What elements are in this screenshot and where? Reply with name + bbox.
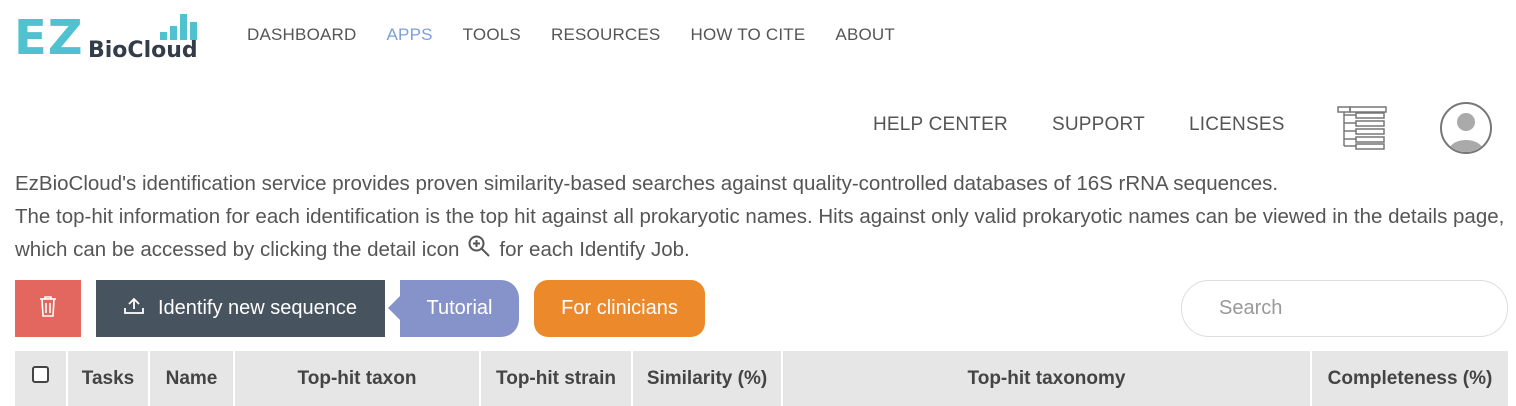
tree-list-icon[interactable] (1336, 106, 1388, 150)
upload-icon (124, 297, 144, 321)
intro-line-2-after: for each Identify Job. (499, 238, 690, 261)
main-nav: DASHBOARD APPS TOOLS RESOURCES HOW TO CI… (247, 25, 895, 45)
nav-item-dashboard[interactable]: DASHBOARD (247, 25, 357, 45)
nav-support[interactable]: SUPPORT (1052, 114, 1145, 136)
intro-line-2-before: The top-hit information for each identif… (15, 205, 1505, 261)
zoom-in-icon (467, 234, 491, 258)
column-header-name[interactable]: Name (150, 351, 235, 406)
trash-icon (39, 295, 57, 323)
nav-item-tools[interactable]: TOOLS (463, 25, 521, 45)
column-header-top-hit-taxon[interactable]: Top-hit taxon (235, 351, 481, 406)
select-all-cell (15, 351, 68, 406)
user-avatar-icon[interactable] (1440, 102, 1492, 154)
column-header-similarity[interactable]: Similarity (%) (633, 351, 783, 406)
column-header-top-hit-taxonomy[interactable]: Top-hit taxonomy (783, 351, 1312, 406)
identify-new-sequence-button[interactable]: Identify new sequence (96, 280, 385, 337)
nav-item-how-to-cite[interactable]: HOW TO CITE (690, 25, 805, 45)
column-header-tasks[interactable]: Tasks (68, 351, 150, 406)
nav-licenses[interactable]: LICENSES (1189, 114, 1285, 136)
tutorial-button[interactable]: Tutorial (388, 280, 519, 337)
identify-button-label: Identify new sequence (157, 297, 358, 319)
ezbiocloud-logo[interactable]: EZ BioCloud (14, 10, 204, 66)
select-all-checkbox[interactable] (32, 366, 49, 383)
for-clinicians-button[interactable]: For clinicians (534, 280, 705, 337)
clinicians-button-label: For clinicians (561, 297, 678, 319)
nav-item-about[interactable]: ABOUT (835, 25, 895, 45)
column-header-top-hit-strain[interactable]: Top-hit strain (481, 351, 633, 406)
logo-biocloud-text: BioCloud (88, 38, 198, 63)
nav-help-center[interactable]: HELP CENTER (873, 114, 1008, 136)
search-input[interactable] (1181, 280, 1508, 337)
table-header: Tasks Name Top-hit taxon Top-hit strain … (15, 351, 1508, 406)
intro-line-1: EzBioCloud's identification service prov… (15, 172, 1279, 195)
nav-item-apps[interactable]: APPS (387, 25, 433, 45)
column-header-completeness[interactable]: Completeness (%) (1312, 351, 1508, 406)
logo-bars-icon (156, 14, 204, 40)
tutorial-button-label: Tutorial (426, 297, 493, 319)
delete-button[interactable] (15, 280, 81, 337)
logo-ez-text: EZ (14, 10, 84, 66)
intro-line-2: The top-hit information for each identif… (15, 200, 1510, 266)
nav-item-resources[interactable]: RESOURCES (551, 25, 661, 45)
intro-text: EzBioCloud's identification service prov… (15, 167, 1510, 266)
